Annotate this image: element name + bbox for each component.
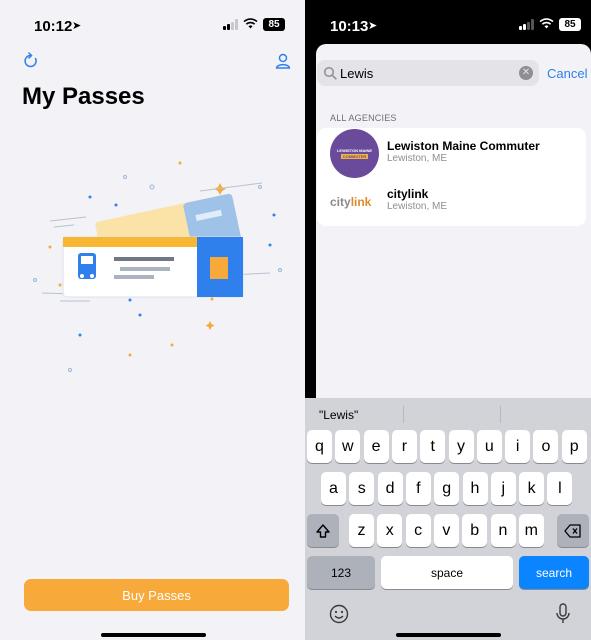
signal-icon bbox=[223, 19, 238, 30]
agency-name: Lewiston Maine Commuter bbox=[387, 139, 540, 153]
key-f[interactable]: f bbox=[405, 472, 431, 505]
shift-icon bbox=[316, 523, 330, 538]
passes-illustration bbox=[33, 161, 282, 372]
page-title: My Passes bbox=[22, 83, 145, 110]
key-k[interactable]: k bbox=[519, 472, 545, 505]
key-g[interactable]: g bbox=[434, 472, 460, 505]
key-y[interactable]: y bbox=[448, 430, 474, 463]
key-s[interactable]: s bbox=[349, 472, 375, 505]
key-h[interactable]: h bbox=[462, 472, 488, 505]
key-v[interactable]: v bbox=[433, 514, 459, 547]
suggestion-divider bbox=[403, 406, 404, 423]
my-passes-screen: 10:12 ➤ 85 My Passes Buy Passes bbox=[0, 0, 305, 640]
location-arrow-icon: ➤ bbox=[72, 20, 82, 32]
keyboard: "Lewis" qwertyuiop asdfghjkl zxcvbnm 123… bbox=[305, 398, 591, 640]
agency-results-list: LEWISTON MAINE COMMUTER Lewiston Maine C… bbox=[317, 128, 586, 226]
key-q[interactable]: q bbox=[307, 430, 332, 463]
home-indicator bbox=[396, 633, 501, 637]
agency-result-lewiston-maine-commuter[interactable]: LEWISTON MAINE COMMUTER Lewiston Maine C… bbox=[317, 128, 586, 178]
agency-logo-line1: LEWISTON MAINE bbox=[336, 148, 373, 153]
profile-icon[interactable] bbox=[274, 52, 292, 70]
agency-name: citylink bbox=[387, 187, 429, 201]
agency-location: Lewiston, ME bbox=[387, 201, 448, 212]
key-t[interactable]: t bbox=[420, 430, 446, 463]
status-bar: 10:13 ➤ 85 bbox=[305, 0, 591, 40]
key-i[interactable]: i bbox=[505, 430, 531, 463]
agency-logo-line2: COMMUTER bbox=[340, 154, 369, 159]
status-time: 10:13 bbox=[330, 18, 369, 35]
key-e[interactable]: e bbox=[363, 430, 389, 463]
space-key[interactable]: space bbox=[381, 556, 513, 589]
emoji-icon[interactable] bbox=[329, 604, 349, 629]
key-x[interactable]: x bbox=[377, 514, 403, 547]
key-n[interactable]: n bbox=[490, 514, 516, 547]
home-indicator bbox=[100, 633, 206, 637]
agency-logo: citylink bbox=[330, 195, 371, 209]
status-icons: 85 bbox=[223, 18, 285, 31]
backspace-icon bbox=[564, 523, 581, 538]
refresh-icon[interactable] bbox=[22, 52, 40, 70]
battery-icon: 85 bbox=[559, 18, 581, 31]
key-z[interactable]: z bbox=[349, 514, 374, 547]
key-u[interactable]: u bbox=[476, 430, 502, 463]
key-b[interactable]: b bbox=[462, 514, 488, 547]
agency-location: Lewiston, ME bbox=[387, 153, 448, 164]
key-p[interactable]: p bbox=[561, 430, 587, 463]
suggestion-word[interactable]: "Lewis" bbox=[319, 408, 358, 422]
status-time: 10:12 bbox=[34, 18, 73, 35]
signal-icon bbox=[519, 19, 534, 30]
agency-logo: LEWISTON MAINE COMMUTER bbox=[330, 129, 379, 178]
agency-logo-city: city bbox=[330, 195, 351, 209]
agency-result-citylink[interactable]: citylink citylink Lewiston, ME bbox=[317, 177, 586, 226]
cancel-button[interactable]: Cancel bbox=[547, 66, 587, 81]
key-m[interactable]: m bbox=[518, 514, 544, 547]
wifi-icon bbox=[243, 18, 258, 31]
section-label: ALL AGENCIES bbox=[330, 113, 397, 123]
shift-key[interactable] bbox=[307, 514, 339, 547]
agency-search-screen: 10:13 ➤ 85 ✕ Cancel ALL AGENCIES bbox=[305, 0, 591, 640]
key-c[interactable]: c bbox=[405, 514, 431, 547]
battery-icon: 85 bbox=[263, 18, 285, 31]
wifi-icon bbox=[539, 18, 554, 31]
key-l[interactable]: l bbox=[547, 472, 573, 505]
agency-logo-link: link bbox=[350, 195, 372, 209]
status-bar: 10:12 ➤ 85 bbox=[0, 0, 305, 40]
buy-passes-button[interactable]: Buy Passes bbox=[24, 579, 289, 611]
search-input[interactable] bbox=[340, 63, 510, 83]
search-key[interactable]: search bbox=[519, 556, 589, 589]
numbers-key[interactable]: 123 bbox=[307, 556, 375, 589]
microphone-icon[interactable] bbox=[555, 603, 571, 630]
backspace-key[interactable] bbox=[557, 514, 589, 547]
key-o[interactable]: o bbox=[533, 430, 559, 463]
key-w[interactable]: w bbox=[335, 430, 361, 463]
search-field[interactable]: ✕ bbox=[317, 60, 539, 86]
suggestion-bar: "Lewis" bbox=[305, 398, 591, 428]
key-j[interactable]: j bbox=[490, 472, 516, 505]
status-icons: 85 bbox=[519, 18, 581, 31]
key-d[interactable]: d bbox=[377, 472, 403, 505]
search-icon bbox=[323, 66, 337, 80]
key-r[interactable]: r bbox=[391, 430, 417, 463]
location-arrow-icon: ➤ bbox=[368, 20, 378, 32]
search-bar: ✕ Cancel bbox=[316, 59, 591, 89]
key-a[interactable]: a bbox=[321, 472, 346, 505]
clear-icon[interactable]: ✕ bbox=[519, 66, 533, 80]
suggestion-divider bbox=[500, 406, 501, 423]
